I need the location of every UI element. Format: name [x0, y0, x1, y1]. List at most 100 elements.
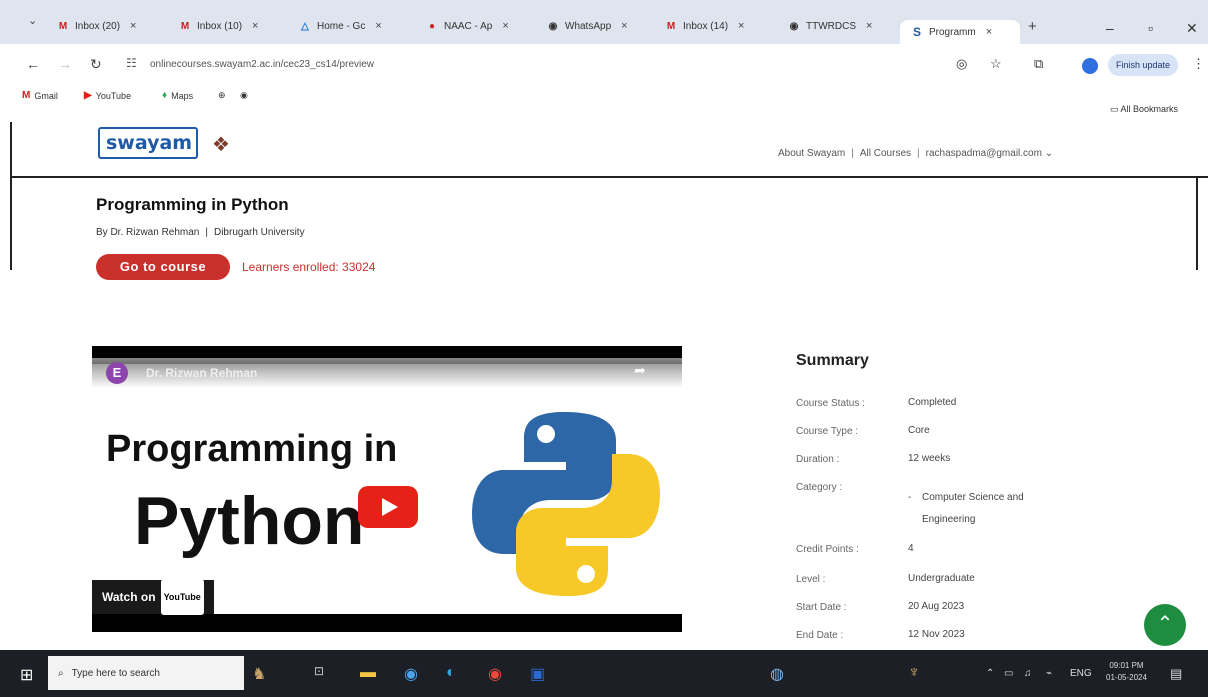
task-view-icon[interactable]: ⊡: [314, 664, 324, 678]
video-title-line1: Programming in: [106, 428, 398, 470]
video-title-line2: Python: [134, 483, 365, 559]
youtube-icon: ▶: [84, 90, 92, 101]
browser-tab[interactable]: ● NAAC - Ap ×: [425, 16, 533, 36]
chevron-down-icon: ⌄: [1044, 148, 1054, 159]
course-summary: Summary Course Status : Completed Course…: [796, 352, 1126, 641]
browser-tab[interactable]: M Inbox (20) ×: [56, 16, 164, 36]
weather-icon[interactable]: ♆: [908, 664, 920, 682]
chrome-taskbar-icon[interactable]: ◉: [404, 664, 418, 684]
close-tab-icon[interactable]: ×: [866, 20, 872, 32]
channel-avatar[interactable]: E: [106, 362, 128, 384]
browser-tab-bar: ⌄ M Inbox (20) × M Inbox (10) × △ Home -…: [0, 0, 1208, 44]
taskbar-clock[interactable]: 09:01 PM 01-05-2024: [1106, 660, 1147, 684]
close-tab-icon[interactable]: ×: [738, 20, 744, 32]
bookmark-maps[interactable]: ♦ Maps: [162, 90, 193, 101]
emblem-icon: ❖: [212, 134, 230, 156]
tab-search-dropdown-icon[interactable]: ⌄: [28, 14, 37, 27]
taskbar-widget-icon[interactable]: ♞: [252, 664, 266, 684]
swayam-icon: S: [912, 25, 921, 39]
university-name: Dibrugarh University: [213, 227, 305, 238]
divider: [1196, 178, 1198, 270]
learners-enrolled: Learners enrolled: 33024: [242, 260, 376, 274]
extensions-icon[interactable]: ⧉: [1034, 56, 1043, 72]
python-logo-icon: [472, 412, 660, 596]
profile-avatar[interactable]: [1082, 58, 1098, 74]
folder-icon: ▭: [1110, 104, 1119, 114]
new-tab-icon[interactable]: +: [1028, 18, 1037, 35]
search-icon: ⌕: [58, 667, 64, 679]
minimize-icon[interactable]: –: [1106, 20, 1114, 36]
restore-icon[interactable]: ▫: [1148, 20, 1153, 36]
play-button[interactable]: [358, 486, 418, 528]
url-field[interactable]: onlinecourses.swayam2.ac.in/cec23_cs14/p…: [150, 59, 374, 70]
naac-icon: ●: [428, 20, 436, 32]
bookmark-youtube[interactable]: ▶ YouTube: [84, 90, 131, 101]
file-explorer-icon[interactable]: ▬: [360, 664, 376, 682]
speaker-icon[interactable]: ♫: [1024, 668, 1032, 679]
close-tab-icon[interactable]: ×: [130, 20, 136, 32]
taskbar: ⊞ ⌕ Type here to search ♞ ⊡ ▬ ◉ ◐ ◉ ▣ ◍ …: [0, 650, 1208, 697]
gmail-icon: M: [666, 20, 676, 32]
chevron-up-icon: ⌃: [1156, 613, 1174, 635]
course-byline: By Dr. Rizwan Rehman | Dibrugarh Univers…: [96, 227, 305, 238]
browser-tab[interactable]: M Inbox (10) ×: [178, 16, 286, 36]
video-player[interactable]: Programming in Python E Dr. Rizwan Rehma…: [92, 346, 682, 632]
video-channel-name[interactable]: Dr. Rizwan Rehman: [146, 366, 257, 380]
browser-tab[interactable]: ◉ WhatsApp ×: [546, 16, 654, 36]
bookmark-gmail[interactable]: M Gmail: [22, 90, 58, 101]
maps-icon: ♦: [162, 90, 168, 101]
nav-user-menu[interactable]: rachaspadma@gmail.com ⌄: [926, 148, 1053, 159]
bookmark-chrome-icon[interactable]: ◉: [240, 90, 248, 101]
forward-icon[interactable]: →: [58, 56, 72, 72]
show-hidden-icons[interactable]: ⌃: [986, 668, 994, 679]
eye-off-icon[interactable]: ◎: [956, 56, 967, 72]
close-tab-icon[interactable]: ×: [502, 20, 508, 32]
site-info-icon[interactable]: ☷: [126, 56, 137, 70]
finish-update-button[interactable]: Finish update: [1108, 54, 1179, 76]
instructor-name: By Dr. Rizwan Rehman: [96, 227, 200, 238]
bookmark-globe-icon[interactable]: ⊕: [218, 90, 226, 101]
drive-icon: △: [301, 20, 309, 32]
whatsapp-icon: ◉: [548, 20, 558, 32]
edge-icon[interactable]: ◐: [446, 664, 456, 682]
close-tab-icon[interactable]: ×: [621, 20, 627, 32]
gmail-icon: M: [22, 90, 31, 101]
course-title: Programming in Python: [96, 195, 289, 214]
close-window-icon[interactable]: ✕: [1186, 20, 1198, 37]
close-tab-icon[interactable]: ×: [986, 26, 992, 38]
menu-kebab-icon[interactable]: ⋮: [1192, 56, 1205, 72]
windows-start-icon[interactable]: ⊞: [20, 665, 33, 685]
course-header: Programming in Python By Dr. Rizwan Rehm…: [10, 178, 1208, 280]
reload-icon[interactable]: ↻: [90, 56, 102, 73]
taskbar-search-placeholder: Type here to search: [71, 667, 160, 679]
gmail-icon: M: [58, 20, 68, 32]
bookmark-star-icon[interactable]: ☆: [990, 56, 1002, 72]
browser-tab[interactable]: △ Home - Gc ×: [298, 16, 406, 36]
app-tray-icon[interactable]: ◍: [770, 664, 784, 684]
chrome-taskbar-icon-2[interactable]: ◉: [488, 664, 502, 684]
scroll-to-top-button[interactable]: ⌃: [1144, 604, 1186, 646]
gmail-icon: M: [180, 20, 190, 32]
battery-icon[interactable]: ▭: [1004, 668, 1013, 679]
browser-tab[interactable]: ◉ TTWRDCS ×: [787, 16, 895, 36]
taskbar-search[interactable]: ⌕ Type here to search: [48, 656, 244, 690]
share-icon[interactable]: ➦: [634, 362, 646, 379]
watch-on-youtube-button[interactable]: Watch on YouTube: [92, 579, 214, 615]
network-icon[interactable]: ⌁: [1046, 668, 1052, 679]
nav-all-courses[interactable]: All Courses: [860, 148, 911, 159]
notification-icon[interactable]: ▤: [1170, 666, 1182, 682]
chrome-icon: ◉: [789, 20, 799, 32]
go-to-course-button[interactable]: Go to course: [96, 254, 230, 280]
word-icon[interactable]: ▣: [530, 664, 545, 684]
site-header: swayam ❖ About Swayam | All Courses | ra…: [10, 122, 1208, 178]
all-bookmarks[interactable]: ▭ All Bookmarks: [1110, 104, 1178, 115]
language-indicator[interactable]: ENG: [1070, 668, 1092, 679]
back-icon[interactable]: ←: [26, 56, 40, 72]
browser-tab-active[interactable]: S Programm ×: [900, 20, 1020, 44]
browser-tab[interactable]: M Inbox (14) ×: [664, 16, 772, 36]
youtube-icon: YouTube: [160, 579, 204, 615]
close-tab-icon[interactable]: ×: [252, 20, 258, 32]
swayam-logo[interactable]: swayam: [98, 127, 198, 159]
nav-about-swayam[interactable]: About Swayam: [778, 148, 845, 159]
close-tab-icon[interactable]: ×: [375, 20, 381, 32]
